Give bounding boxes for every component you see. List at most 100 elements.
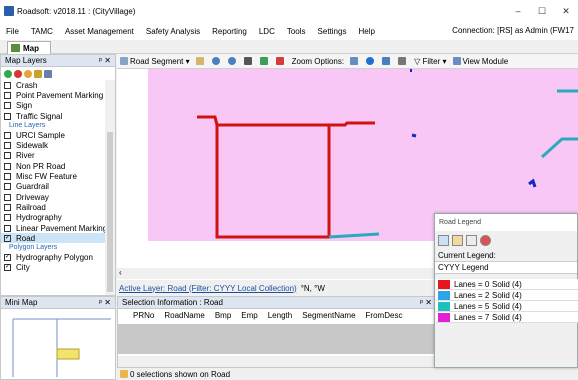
checkbox[interactable] — [4, 214, 11, 222]
layer-sidewalk[interactable]: Sidewalk — [1, 140, 106, 150]
layer-railroad[interactable]: Railroad — [1, 202, 106, 212]
info-icon[interactable] — [363, 57, 379, 65]
pin-close-icon[interactable]: ᵖ ✕ — [420, 298, 432, 307]
active-layer-link[interactable]: Active Layer: Road (Filter: CYYY Local C… — [119, 284, 297, 293]
layer-label: Railroad — [16, 202, 46, 212]
layer-guardrail[interactable]: Guardrail — [1, 182, 106, 192]
menu-tamc[interactable]: TAMC — [25, 27, 59, 36]
tab-map[interactable]: Map — [7, 41, 51, 54]
menu-safety-analysis[interactable]: Safety Analysis — [140, 27, 206, 36]
layer-label: Misc FW Feature — [16, 172, 77, 182]
identify-icon[interactable] — [257, 57, 273, 65]
legend-row[interactable]: Lanes = 2 Solid (4) — [436, 290, 578, 301]
road-segment-icon — [120, 57, 128, 65]
legend-delete-icon[interactable] — [480, 234, 491, 246]
checkbox[interactable] — [4, 81, 11, 89]
scroll-left-icon[interactable]: ‹ — [117, 268, 122, 277]
checkbox[interactable] — [4, 112, 11, 120]
menu-settings[interactable]: Settings — [312, 27, 353, 36]
checkbox[interactable] — [4, 131, 11, 139]
legend-row[interactable]: Lanes = 5 Solid (4) — [436, 301, 578, 312]
zoom-out-icon[interactable] — [225, 57, 241, 65]
pan-tool-icon[interactable] — [193, 57, 209, 65]
column-segmentname[interactable]: SegmentName — [297, 311, 360, 323]
layer-crash[interactable]: Crash — [1, 80, 106, 90]
selection-hscrollbar[interactable] — [118, 356, 436, 367]
layer-city[interactable]: ✓ City — [1, 263, 106, 273]
close-button[interactable]: ✕ — [554, 0, 578, 22]
minimize-button[interactable]: – — [506, 0, 530, 22]
select-tool-icon[interactable] — [241, 57, 257, 65]
layer-linear-pavement-marking[interactable]: Linear Pavement Marking — [1, 223, 106, 233]
menu-ldc[interactable]: LDC — [253, 27, 281, 36]
add-layer-icon[interactable] — [4, 69, 12, 78]
layer-label: City — [16, 263, 30, 273]
maximize-button[interactable]: ☐ — [530, 0, 554, 22]
layer-label: River — [16, 151, 35, 161]
checkbox-checked[interactable]: ✓ — [4, 264, 11, 272]
legend-row[interactable]: Lanes = 0 Solid (4) — [436, 279, 578, 290]
checkbox-checked[interactable]: ✓ — [4, 234, 11, 242]
pin-close-icon[interactable]: ᵖ ✕ — [99, 56, 111, 65]
legend-rows: Lanes = 0 Solid (4) Lanes = 2 Solid (4) La… — [436, 279, 578, 323]
legend-row[interactable]: Lanes = 7 Solid (4) — [436, 312, 578, 323]
checkbox-checked[interactable]: ✓ — [4, 254, 11, 262]
column-bmp[interactable]: Bmp — [210, 311, 236, 323]
checkbox[interactable] — [4, 193, 11, 201]
column-prno[interactable]: PRNo — [128, 311, 159, 323]
filter-dropdown[interactable]: ▽ Filter ▾ — [411, 57, 449, 66]
column-roadname[interactable]: RoadName — [159, 311, 209, 323]
remove-layer-icon[interactable] — [14, 69, 22, 78]
layer-properties-icon[interactable] — [24, 69, 32, 78]
zoom-in-icon[interactable] — [209, 57, 225, 65]
window-title: Roadsoft: v2018.11 : (CityVillage) — [17, 6, 136, 16]
checkbox[interactable] — [4, 102, 11, 110]
legend-copy-icon[interactable] — [452, 234, 463, 246]
checkbox[interactable] — [4, 173, 11, 181]
layer-hydrography-polygon[interactable]: ✓ Hydrography Polygon — [1, 252, 106, 262]
map-hscrollbar[interactable]: ‹ — [117, 268, 437, 279]
menu-tools[interactable]: Tools — [281, 27, 312, 36]
checkbox[interactable] — [4, 152, 11, 160]
print-icon[interactable] — [347, 57, 363, 65]
checkbox[interactable] — [4, 224, 11, 232]
table-icon[interactable] — [379, 57, 395, 65]
checkbox[interactable] — [4, 162, 11, 170]
layer-road[interactable]: ✓ Road — [1, 233, 106, 244]
layers-scrollbar[interactable] — [105, 80, 115, 295]
column-fromdesc[interactable]: FromDesc — [361, 311, 408, 323]
column-length[interactable]: Length — [263, 311, 297, 323]
layer-point-pavement-marking[interactable]: Point Pavement Marking — [1, 90, 106, 100]
checkbox[interactable] — [4, 183, 11, 191]
arrow-icon — [243, 57, 252, 65]
menu-asset-management[interactable]: Asset Management — [59, 27, 140, 36]
layer-menu-icon[interactable] — [44, 69, 52, 78]
layer-misc-fw-feature[interactable]: Misc FW Feature — [1, 171, 106, 181]
current-legend-field[interactable]: CYYY Legend — [435, 261, 577, 274]
mini-map-canvas[interactable] — [5, 311, 111, 377]
road-legend-titlebar[interactable]: Road Legend — [435, 214, 577, 231]
menu-file[interactable]: File — [0, 27, 25, 36]
column-emp[interactable]: Emp — [236, 311, 262, 323]
menu-help[interactable]: Help — [352, 27, 380, 36]
road-segment-dropdown[interactable]: Road Segment ▾ — [117, 57, 193, 66]
clear-selection-icon[interactable] — [273, 57, 289, 65]
checkbox[interactable] — [4, 203, 11, 211]
layer-river[interactable]: River — [1, 151, 106, 161]
layer-non-pr-road[interactable]: Non PR Road — [1, 161, 106, 171]
find-icon[interactable] — [395, 57, 411, 65]
layer-sign[interactable]: Sign — [1, 101, 106, 111]
scroll-thumb[interactable] — [107, 132, 113, 292]
layer-hydrography[interactable]: Hydrography — [1, 213, 106, 223]
legend-edit-icon[interactable] — [438, 234, 449, 246]
legend-refresh-icon[interactable] — [466, 234, 477, 246]
layer-driveway[interactable]: Driveway — [1, 192, 106, 202]
layer-group-icon[interactable] — [34, 69, 42, 78]
checkbox[interactable] — [4, 142, 11, 150]
view-module-button[interactable]: View Module — [450, 57, 512, 66]
layer-traffic-signal[interactable]: Traffic Signal — [1, 111, 106, 121]
layer-urci-sample[interactable]: URCI Sample — [1, 130, 106, 140]
checkbox[interactable] — [4, 91, 11, 99]
menu-reporting[interactable]: Reporting — [206, 27, 253, 36]
pin-close-icon[interactable]: ᵖ ✕ — [99, 298, 111, 307]
